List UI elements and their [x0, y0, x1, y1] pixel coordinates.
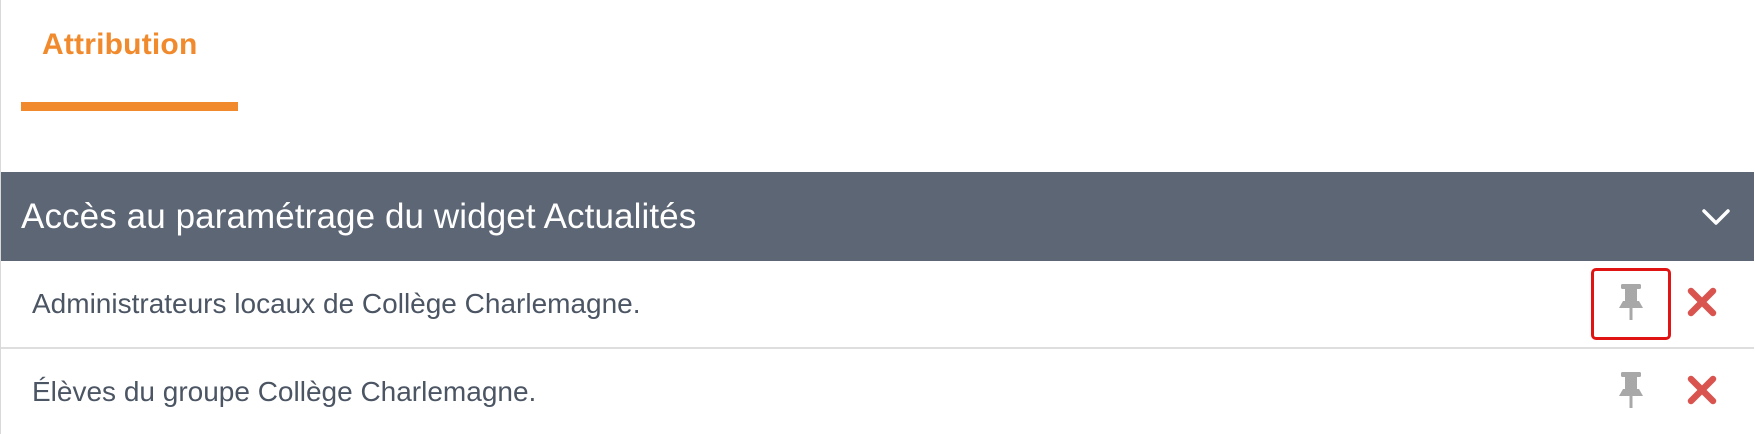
chevron-down-icon[interactable]: [1699, 200, 1733, 234]
close-icon: [1686, 286, 1718, 323]
pin-button[interactable]: [1591, 268, 1671, 340]
list-item-label: Élèves du groupe Collège Charlemagne.: [32, 376, 537, 407]
delete-button[interactable]: [1677, 279, 1727, 329]
row-actions: [1591, 356, 1727, 428]
tab-bar: Attribution: [1, 0, 1754, 172]
list-item: Administrateurs locaux de Collège Charle…: [1, 261, 1754, 349]
tab-attribution[interactable]: Attribution: [21, 0, 238, 112]
tab-attribution-label: Attribution: [42, 28, 198, 61]
list-item-label: Administrateurs locaux de Collège Charle…: [32, 288, 641, 319]
widget-settings-access-section: Accès au paramétrage du widget Actualité…: [1, 172, 1754, 434]
active-tab-indicator: [21, 102, 238, 111]
section-title: Accès au paramétrage du widget Actualité…: [21, 196, 697, 236]
pin-icon: [1616, 370, 1646, 415]
close-icon: [1686, 374, 1718, 411]
attribution-panel: Attribution Accès au paramétrage du widg…: [0, 0, 1754, 434]
list-item: Élèves du groupe Collège Charlemagne.: [1, 349, 1754, 434]
pin-icon: [1616, 282, 1646, 327]
section-header[interactable]: Accès au paramétrage du widget Actualité…: [1, 172, 1754, 261]
row-actions: [1591, 268, 1727, 340]
pin-button[interactable]: [1591, 356, 1671, 428]
delete-button[interactable]: [1677, 367, 1727, 417]
